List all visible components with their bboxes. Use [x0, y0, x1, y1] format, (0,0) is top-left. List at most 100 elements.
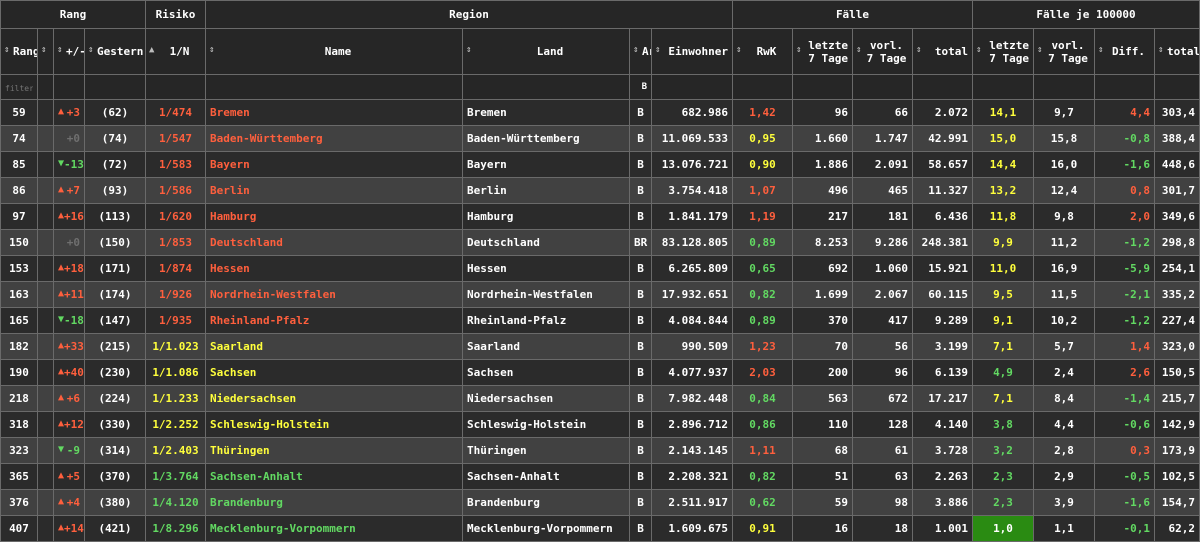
filter-cell[interactable]	[972, 74, 1034, 100]
rank-cell: 86	[0, 177, 38, 204]
triangle-up-icon: ▲	[58, 184, 65, 195]
region-name-cell: Mecklenburg-Vorpommern	[205, 515, 463, 542]
rank-change-cell: ▼ -13	[53, 151, 85, 178]
rank-change-cell: ▲ +4	[53, 489, 85, 516]
art-cell: B	[629, 99, 652, 126]
filter-cell[interactable]	[792, 74, 853, 100]
cases-total-cell: 3.886	[912, 489, 973, 516]
per100k-prev-7-days-cell: 2,4	[1033, 359, 1095, 386]
filter-cell[interactable]	[732, 74, 793, 100]
yesterday-rank-cell: (314)	[84, 437, 146, 464]
yesterday-rank-cell: (230)	[84, 359, 146, 386]
rwk-cell: 1,42	[732, 99, 793, 126]
filter-cell[interactable]	[1033, 74, 1095, 100]
rank-change-cell: ▲ +40	[53, 359, 85, 386]
table-row[interactable]: 74 +0 (74) 1/547 Baden-Württemberg Baden-Würt…	[0, 125, 1200, 152]
filter-cell[interactable]	[462, 74, 630, 100]
rank-cell: 318	[0, 411, 38, 438]
region-name-cell: Bremen	[205, 99, 463, 126]
column-header-letzte[interactable]: ⇕ letzte 7 Tage	[792, 28, 853, 75]
cases-total-cell: 58.657	[912, 151, 973, 178]
risk-cell: 1/1.086	[145, 359, 206, 386]
table-row[interactable]: 365 ▲ +5 (370) 1/3.764 Sachsen-Anhalt Sachsen-…	[0, 463, 1200, 490]
column-header-art[interactable]: ⇕Art	[629, 28, 652, 75]
sort-cell	[37, 99, 54, 126]
table-row[interactable]: 97 ▲ +16 (113) 1/620 Hamburg Hamburg B 1.841.179…	[0, 203, 1200, 230]
table-row[interactable]: 163 ▲ +11 (174) 1/926 Nordrhein-Westfalen Nord…	[0, 281, 1200, 308]
per100k-last-7-days-cell: 11,8	[972, 203, 1034, 230]
sort-icon: ⇕	[916, 45, 922, 55]
filter-cell[interactable]	[1153, 74, 1200, 100]
column-header-risiko[interactable]: ▲ 1/N	[145, 28, 206, 75]
cases-prev-7-days-cell: 2.067	[852, 281, 913, 308]
column-header-row: ⇕Rang⇕⇕+/-⇕Gestern▲1/N⇕Name⇕Land⇕Art⇕Ein…	[0, 28, 1200, 75]
risk-cell: 1/926	[145, 281, 206, 308]
filter-cell[interactable]	[145, 74, 206, 100]
filter-cell[interactable]	[651, 74, 733, 100]
rwk-cell: 0,95	[732, 125, 793, 152]
column-header-einwohner[interactable]: ⇕ Einwohner	[651, 28, 733, 75]
art-cell: B	[629, 463, 652, 490]
rank-cell: 97	[0, 203, 38, 230]
column-header-sort[interactable]: ⇕	[37, 28, 54, 75]
column-header-p-total[interactable]: ⇕ total	[1153, 28, 1200, 75]
column-header-name[interactable]: ⇕ Name	[205, 28, 463, 75]
table-row[interactable]: 407 ▲ +14 (421) 1/8.296 Mecklenburg-Vorpommer…	[0, 515, 1200, 542]
rwk-cell: 0,84	[732, 385, 793, 412]
filter-cell[interactable]	[852, 74, 913, 100]
filter-cell[interactable]	[1094, 74, 1155, 100]
table-row[interactable]: 218 ▲ +6 (224) 1/1.233 Niedersachsen Niedersac…	[0, 385, 1200, 412]
column-header-rwk[interactable]: ⇕ RwK	[732, 28, 793, 75]
column-header-p-vorl[interactable]: ⇕ vorl. 7 Tage	[1033, 28, 1095, 75]
table-row[interactable]: 59 ▲ +3 (62) 1/474 Bremen Bremen B 682.986 1,42 96…	[0, 99, 1200, 126]
table-row[interactable]: 153 ▲ +18 (171) 1/874 Hessen Hessen B 6.265.809 0…	[0, 255, 1200, 282]
rank-change-value: +16	[64, 210, 84, 223]
region-name-cell: Hessen	[205, 255, 463, 282]
per100k-diff-cell: -5,9	[1094, 255, 1155, 282]
risk-cell: 1/1.023	[145, 333, 206, 360]
table-row[interactable]: 165 ▼ -18 (147) 1/935 Rheinland-Pfalz Rheinlan…	[0, 307, 1200, 334]
per100k-total-cell: 298,8	[1153, 229, 1200, 256]
sort-cell	[37, 437, 54, 464]
column-header-gestern[interactable]: ⇕ Gestern	[84, 28, 146, 75]
population-cell: 13.076.721	[651, 151, 733, 178]
filter-cell[interactable]	[912, 74, 973, 100]
rank-change-value: -9	[66, 444, 80, 457]
table-row[interactable]: 318 ▲ +12 (330) 1/2.252 Schleswig-Holstein Sch…	[0, 411, 1200, 438]
per100k-last-7-days-cell: 14,4	[972, 151, 1034, 178]
table-row[interactable]: 182 ▲ +33 (215) 1/1.023 Saarland Saarland B 990.…	[0, 333, 1200, 360]
column-header-change[interactable]: ⇕ +/-	[53, 28, 85, 75]
column-header-p-letzte[interactable]: ⇕ letzte 7 Tage	[972, 28, 1034, 75]
table-row[interactable]: 85 ▼ -13 (72) 1/583 Bayern Bayern B 13.076.721 0,…	[0, 151, 1200, 178]
filter-cell[interactable]	[205, 74, 463, 100]
filter-cell[interactable]	[84, 74, 146, 100]
table-row[interactable]: 376 ▲ +4 (380) 1/4.120 Brandenburg Brandenburg…	[0, 489, 1200, 516]
table-row[interactable]: 86 ▲ +7 (93) 1/586 Berlin Berlin B 3.754.418 1,07…	[0, 177, 1200, 204]
region-name-cell: Sachsen-Anhalt	[205, 463, 463, 490]
cases-prev-7-days-cell: 96	[852, 359, 913, 386]
column-header-land[interactable]: ⇕ Land	[462, 28, 630, 75]
per100k-prev-7-days-cell: 2,9	[1033, 463, 1095, 490]
column-header-vorl[interactable]: ⇕ vorl. 7 Tage	[852, 28, 913, 75]
table-row[interactable]: 190 ▲ +40 (230) 1/1.086 Sachsen Sachsen B 4.077.…	[0, 359, 1200, 386]
region-name-cell: Thüringen	[205, 437, 463, 464]
filter-cell[interactable]	[53, 74, 85, 100]
region-name-cell: Sachsen	[205, 359, 463, 386]
column-header-diff[interactable]: ⇕ Diff.	[1094, 28, 1155, 75]
filter-art-value[interactable]: B	[629, 74, 652, 100]
column-header-label: total	[934, 45, 968, 58]
column-header-total[interactable]: ⇕ total	[912, 28, 973, 75]
column-header-rang[interactable]: ⇕ Rang	[0, 28, 38, 75]
table-row[interactable]: 150 +0 (150) 1/853 Deutschland Deutschland BR 8…	[0, 229, 1200, 256]
yesterday-rank-cell: (62)	[84, 99, 146, 126]
filter-input[interactable]	[5, 83, 33, 93]
risk-cell: 1/3.764	[145, 463, 206, 490]
cases-total-cell: 3.728	[912, 437, 973, 464]
filter-cell[interactable]	[37, 74, 54, 100]
table-row[interactable]: 323 ▼ -9 (314) 1/2.403 Thüringen Thüringen B 2.1…	[0, 437, 1200, 464]
per100k-last-7-days-cell: 9,9	[972, 229, 1034, 256]
rank-change-value: +14	[64, 522, 84, 535]
yesterday-rank-cell: (113)	[84, 203, 146, 230]
region-name-cell: Schleswig-Holstein	[205, 411, 463, 438]
cases-prev-7-days-cell: 56	[852, 333, 913, 360]
